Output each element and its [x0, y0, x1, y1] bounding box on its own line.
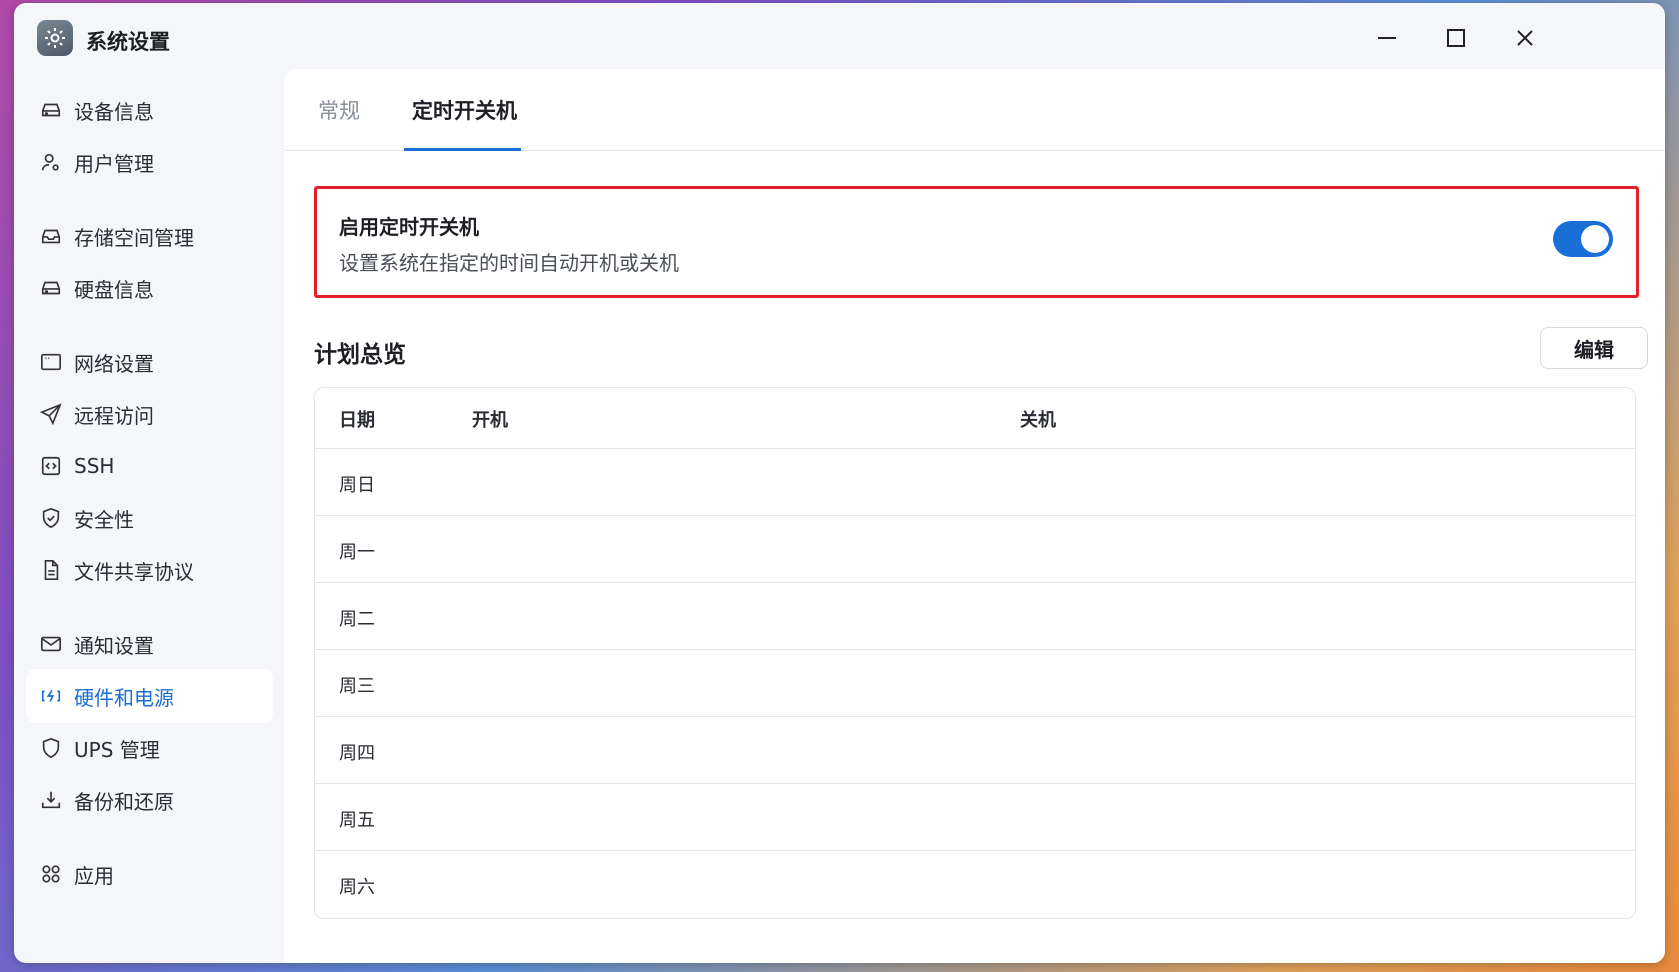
day-cell: 周四 [339, 743, 375, 764]
sidebar-item-label: 存储空间管理 [74, 225, 194, 250]
settings-window: 系统设置 设备信息 用户管理 存储空间管理 硬盘信息 网络设置 远程访问 SSH… [14, 3, 1665, 963]
tab-scheduled-power[interactable]: 定时开关机 [412, 95, 517, 125]
sidebar-item-label: 设备信息 [74, 99, 154, 124]
window-icon [38, 349, 64, 375]
table-row: 周三 [315, 650, 1635, 717]
sidebar-item-label: 硬件和电源 [74, 685, 174, 710]
sidebar-item-file-sharing[interactable]: 文件共享协议 [26, 543, 273, 597]
day-cell: 周三 [339, 676, 375, 697]
table-row: 周日 [315, 449, 1635, 516]
close-icon [1517, 30, 1533, 46]
enable-schedule-description: 设置系统在指定的时间自动开机或关机 [339, 251, 679, 275]
window-title: 系统设置 [86, 30, 170, 54]
table-row: 周五 [315, 784, 1635, 851]
sidebar-item-label: SSH [74, 454, 115, 478]
sidebar-item-label: 通知设置 [74, 633, 154, 658]
power-icon [38, 683, 64, 709]
maximize-icon [1447, 29, 1465, 47]
sidebar-item-label: UPS 管理 [74, 737, 160, 762]
active-tab-indicator [404, 148, 521, 151]
schedule-table: 日期 开机 关机 周日 周一 周二 周三 周四 周五 周六 [314, 387, 1636, 919]
sidebar-item-label: 应用 [74, 863, 114, 888]
sidebar-item-backup-restore[interactable]: 备份和还原 [26, 773, 273, 827]
table-header: 日期 开机 关机 [315, 388, 1635, 449]
sidebar-item-apps[interactable]: 应用 [26, 847, 273, 901]
sidebar-item-label: 备份和还原 [74, 789, 174, 814]
inbox-icon [38, 223, 64, 249]
day-cell: 周六 [339, 877, 375, 898]
download-icon [38, 787, 64, 813]
shield-check-icon [38, 505, 64, 531]
minimize-button[interactable] [1369, 20, 1405, 56]
column-header-power-off: 关机 [1020, 410, 1056, 431]
apps-icon [38, 861, 64, 887]
table-row: 周六 [315, 851, 1635, 918]
sidebar-item-user-management[interactable]: 用户管理 [26, 135, 273, 189]
enable-schedule-title: 启用定时开关机 [339, 215, 479, 239]
tab-bar: 常规 定时开关机 [284, 69, 1665, 151]
send-icon [38, 401, 64, 427]
sidebar-item-network[interactable]: 网络设置 [26, 335, 273, 389]
user-gear-icon [38, 149, 64, 175]
edit-button[interactable]: 编辑 [1540, 327, 1648, 369]
toggle-knob [1581, 225, 1609, 253]
day-cell: 周五 [339, 810, 375, 831]
maximize-button[interactable] [1438, 20, 1474, 56]
enable-schedule-card: 启用定时开关机 设置系统在指定的时间自动开机或关机 [314, 186, 1639, 298]
day-cell: 周一 [339, 542, 375, 563]
schedule-overview-title: 计划总览 [314, 342, 406, 368]
sidebar-item-device-info[interactable]: 设备信息 [26, 83, 273, 137]
column-header-power-on: 开机 [472, 410, 508, 431]
sidebar-item-label: 安全性 [74, 507, 134, 532]
sidebar-item-storage[interactable]: 存储空间管理 [26, 209, 273, 263]
table-row: 周一 [315, 516, 1635, 583]
sidebar-item-notifications[interactable]: 通知设置 [26, 617, 273, 671]
sidebar-item-disk-info[interactable]: 硬盘信息 [26, 261, 273, 315]
drive-icon [38, 275, 64, 301]
drive-icon [38, 97, 64, 123]
mail-icon [38, 631, 64, 657]
sidebar-item-ups[interactable]: UPS 管理 [26, 721, 273, 775]
day-cell: 周日 [339, 475, 375, 496]
sidebar-item-label: 硬盘信息 [74, 277, 154, 302]
document-icon [38, 557, 64, 583]
title-bar: 系统设置 [14, 3, 1665, 69]
table-row: 周四 [315, 717, 1635, 784]
sidebar-item-hardware-power[interactable]: 硬件和电源 [26, 669, 273, 723]
sidebar: 设备信息 用户管理 存储空间管理 硬盘信息 网络设置 远程访问 SSH 安全性 … [14, 69, 284, 963]
sidebar-item-label: 远程访问 [74, 403, 154, 428]
day-cell: 周二 [339, 609, 375, 630]
sidebar-item-ssh[interactable]: SSH [26, 439, 273, 493]
sidebar-item-label: 网络设置 [74, 351, 154, 376]
shield-icon [38, 735, 64, 761]
sidebar-item-remote-access[interactable]: 远程访问 [26, 387, 273, 441]
tab-general[interactable]: 常规 [318, 95, 360, 125]
sidebar-item-security[interactable]: 安全性 [26, 491, 273, 545]
sidebar-item-label: 文件共享协议 [74, 559, 194, 584]
sidebar-item-label: 用户管理 [74, 151, 154, 176]
minimize-icon [1378, 37, 1396, 39]
code-icon [38, 453, 64, 479]
content-panel: 常规 定时开关机 启用定时开关机 设置系统在指定的时间自动开机或关机 计划总览 … [284, 69, 1665, 963]
table-row: 周二 [315, 583, 1635, 650]
close-button[interactable] [1507, 20, 1543, 56]
enable-schedule-toggle[interactable] [1553, 221, 1613, 257]
column-header-date: 日期 [339, 410, 375, 431]
gear-icon [37, 20, 73, 56]
